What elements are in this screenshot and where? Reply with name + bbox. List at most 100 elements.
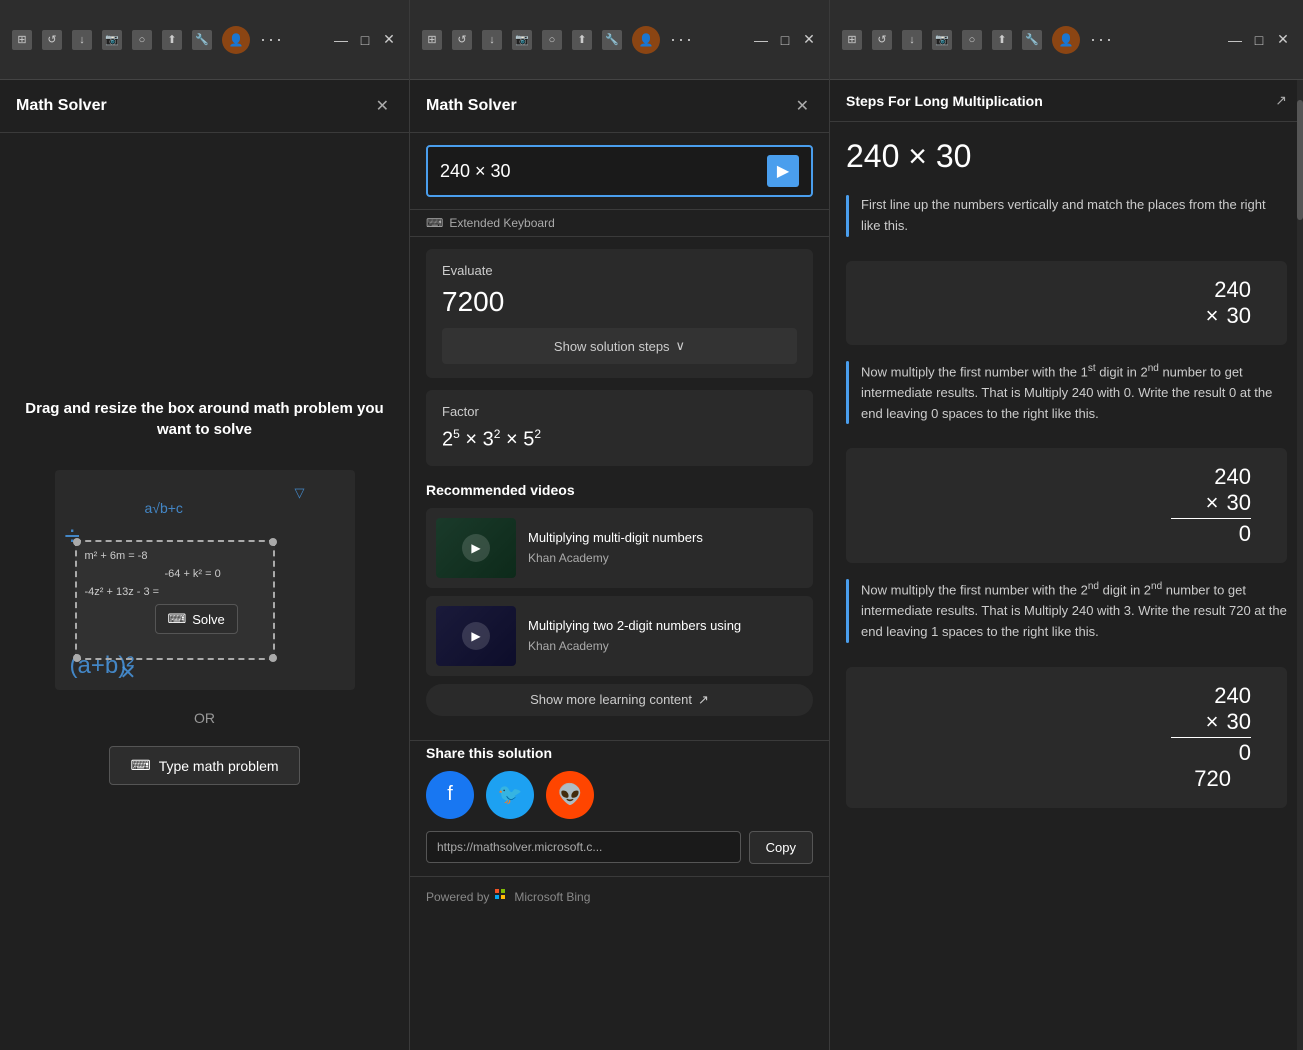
reddit-button[interactable]: 👽: [546, 771, 594, 819]
close-btn-2[interactable]: ✕: [801, 32, 817, 48]
solver-title-3: Steps For Long Multiplication: [846, 93, 1043, 109]
history-icon-3[interactable]: ↺: [872, 30, 892, 50]
history-icon-1[interactable]: ↺: [42, 30, 62, 50]
camera-icon-1[interactable]: ○: [132, 30, 152, 50]
calc-top-3: 240: [1214, 683, 1251, 709]
panel-drag-drop: ⊞ ↺ ↓ 📷 ○ ⬆ 🔧 👤 ··· — □ ✕ Math Solver ✕ …: [0, 0, 410, 1050]
maximize-btn-2[interactable]: □: [777, 32, 793, 48]
camera-icon-2[interactable]: ○: [542, 30, 562, 50]
external-link-icon: ↗: [698, 692, 709, 708]
camera-icon-3[interactable]: ○: [962, 30, 982, 50]
more-icon-1[interactable]: ···: [260, 29, 284, 50]
videos-section: Recommended videos ▶ Multiplying multi-d…: [410, 478, 829, 740]
calc-op-row-3: × 30: [1206, 709, 1251, 735]
submit-button[interactable]: ▶: [767, 155, 799, 187]
minimize-btn-2[interactable]: —: [753, 32, 769, 48]
panel-steps: ⊞ ↺ ↓ 📷 ○ ⬆ 🔧 👤 ··· — □ ✕ Steps For Long…: [830, 0, 1303, 1050]
calc-result-2: 0: [1239, 521, 1251, 547]
selection-box[interactable]: m² + 6m = -8 -64 + k² = 0 -4z² + 13z - 3…: [75, 540, 275, 660]
win-controls-1: — □ ✕: [333, 32, 397, 48]
extension-icon-3[interactable]: 🔧: [1022, 30, 1042, 50]
calc-bottom-3: 30: [1227, 709, 1251, 735]
frac-row-3: 240 × 30 0 720: [862, 683, 1271, 792]
minimize-btn-3[interactable]: —: [1227, 32, 1243, 48]
video-title-2: Multiplying two 2-digit numbers using: [528, 618, 803, 635]
share-icon-1[interactable]: ⬆: [162, 30, 182, 50]
calc-bottom-1: 30: [1227, 303, 1251, 329]
math-input-text: 240 × 30: [440, 161, 767, 182]
avatar-1[interactable]: 👤: [222, 26, 250, 54]
extension-icon-2[interactable]: 🔧: [602, 30, 622, 50]
scrollbar-track: [1297, 80, 1303, 1050]
powered-by-label: Powered by: [426, 890, 489, 904]
calc-line-3: [1171, 737, 1251, 738]
close-btn-3[interactable]: ✕: [1275, 32, 1291, 48]
avatar-2[interactable]: 👤: [632, 26, 660, 54]
more-icon-3[interactable]: ···: [1090, 29, 1114, 50]
scrollbar-thumb[interactable]: [1297, 100, 1303, 220]
history-icon-2[interactable]: ↺: [452, 30, 472, 50]
copy-button[interactable]: Copy: [749, 831, 813, 864]
maximize-btn-3[interactable]: □: [1251, 32, 1267, 48]
share-icon-2[interactable]: ⬆: [572, 30, 592, 50]
calc-bottom-2: 30: [1227, 490, 1251, 516]
close-solver-btn-1[interactable]: ✕: [372, 92, 393, 120]
math-input-box: 240 × 30 ▶: [426, 145, 813, 197]
solve-icon: ⌨: [168, 611, 187, 627]
share-title: Share this solution: [426, 745, 813, 761]
evaluate-value: 7200: [442, 286, 797, 318]
or-divider: OR: [194, 710, 215, 726]
download-icon-1[interactable]: ↓: [72, 30, 92, 50]
calc-display-3: 240 × 30 0 720: [846, 667, 1287, 808]
panel-2-content: 240 × 30 ▶ ⌨ Extended Keyboard Evaluate …: [410, 133, 829, 1050]
step-text-1: First line up the numbers vertically and…: [861, 195, 1287, 237]
play-btn-1: ▶: [462, 534, 490, 562]
step-accent-2: [846, 361, 849, 425]
video-thumb-2: ▶: [436, 606, 516, 666]
type-math-button[interactable]: ⌨ Type math problem: [109, 746, 299, 785]
browser-chrome-1: ⊞ ↺ ↓ 📷 ○ ⬆ 🔧 👤 ··· — □ ✕: [0, 0, 409, 80]
facebook-button[interactable]: f: [426, 771, 474, 819]
minimize-btn-1[interactable]: —: [333, 32, 349, 48]
factor-section: Factor 25 × 32 × 52: [426, 390, 813, 466]
keyboard-icon-2: ⌨: [426, 216, 443, 230]
download-icon-3[interactable]: ↓: [902, 30, 922, 50]
step-block-2: Now multiply the first number with the 1…: [846, 361, 1287, 425]
powered-by: Powered by Microsoft Bing: [410, 876, 829, 917]
download-icon-2[interactable]: ↓: [482, 30, 502, 50]
share-icon-3[interactable]: ⬆: [992, 30, 1012, 50]
evaluate-section: Evaluate 7200 Show solution steps ∨: [426, 249, 813, 378]
chevron-down-icon: ∨: [676, 338, 686, 354]
more-content-button[interactable]: Show more learning content ↗: [426, 684, 813, 716]
more-icon-2[interactable]: ···: [670, 29, 694, 50]
twitter-button[interactable]: 🐦: [486, 771, 534, 819]
drag-text: Drag and resize the box around math prob…: [20, 398, 389, 440]
screenshot-icon-2[interactable]: 📷: [512, 30, 532, 50]
step-block-1: First line up the numbers vertically and…: [846, 195, 1287, 237]
browser-icon-2: ⊞: [422, 30, 442, 50]
solver-header-3: Steps For Long Multiplication ↗: [830, 80, 1303, 122]
video-source-2: Khan Academy: [528, 639, 803, 653]
show-steps-button[interactable]: Show solution steps ∨: [442, 328, 797, 364]
external-link-button[interactable]: ↗: [1275, 92, 1287, 109]
keyboard-label: Extended Keyboard: [449, 216, 554, 230]
solver-title-1: Math Solver: [16, 97, 107, 115]
close-solver-btn-2[interactable]: ✕: [792, 92, 813, 120]
solve-label: Solve: [192, 612, 225, 627]
avatar-3[interactable]: 👤: [1052, 26, 1080, 54]
screenshot-icon-3[interactable]: 📷: [932, 30, 952, 50]
win-controls-2: — □ ✕: [753, 32, 817, 48]
solve-tooltip[interactable]: ⌨ Solve: [155, 604, 238, 634]
video-thumb-1: ▶: [436, 518, 516, 578]
keyboard-link[interactable]: ⌨ Extended Keyboard: [410, 210, 829, 237]
calc-line-2: [1171, 518, 1251, 519]
url-input[interactable]: [426, 831, 741, 863]
video-info-1: Multiplying multi-digit numbers Khan Aca…: [528, 530, 803, 565]
extension-icon-1[interactable]: 🔧: [192, 30, 212, 50]
play-btn-2: ▶: [462, 622, 490, 650]
video-card-2[interactable]: ▶ Multiplying two 2-digit numbers using …: [426, 596, 813, 676]
screenshot-icon-1[interactable]: 📷: [102, 30, 122, 50]
maximize-btn-1[interactable]: □: [357, 32, 373, 48]
video-card-1[interactable]: ▶ Multiplying multi-digit numbers Khan A…: [426, 508, 813, 588]
close-btn-1[interactable]: ✕: [381, 32, 397, 48]
